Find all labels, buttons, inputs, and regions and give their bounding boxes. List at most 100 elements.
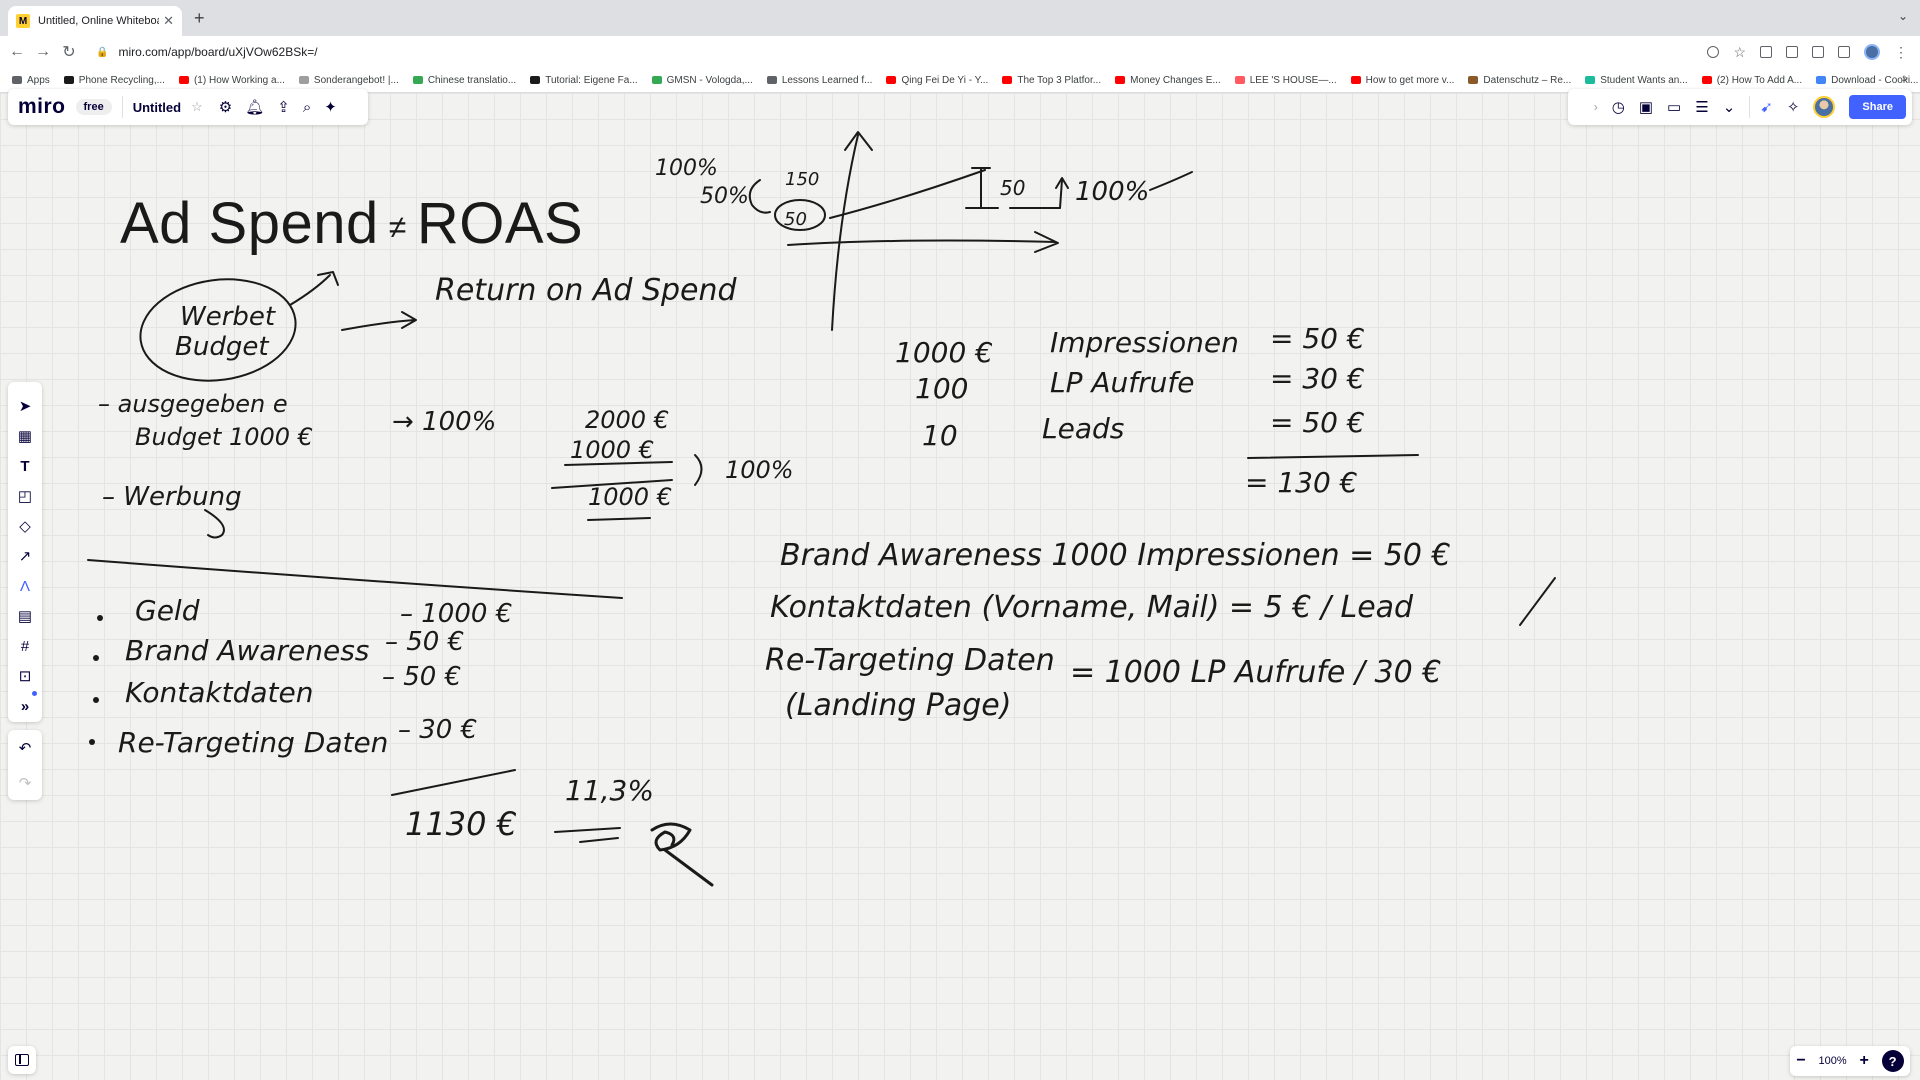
- zoom-in-icon[interactable]: +: [1859, 1052, 1868, 1070]
- bookmark-item[interactable]: Sonderangebot! |...: [298, 74, 399, 86]
- sticky-note-icon[interactable]: ◰: [18, 482, 32, 512]
- bookmark-favicon-icon: [1585, 76, 1596, 84]
- bookmark-item[interactable]: How to get more v...: [1350, 75, 1454, 86]
- bookmark-item[interactable]: Phone Recycling,...: [63, 75, 165, 86]
- more-tools-icon[interactable]: »: [21, 692, 29, 722]
- cursor-follow-icon[interactable]: ➹: [1760, 100, 1773, 115]
- upload-icon[interactable]: ⊡: [19, 662, 32, 692]
- undo-icon[interactable]: ↶: [19, 739, 32, 757]
- bookmark-item[interactable]: Money Changes E...: [1115, 75, 1221, 86]
- bookmark-item[interactable]: Lessons Learned f...: [766, 75, 872, 86]
- lock-icon[interactable]: 🔒: [96, 47, 108, 58]
- select-cursor-icon[interactable]: ➤: [19, 392, 32, 422]
- back-icon[interactable]: ←: [4, 43, 30, 61]
- user-avatar[interactable]: [1813, 96, 1836, 118]
- extension-icon[interactable]: [1760, 46, 1772, 58]
- bookmark-favicon-icon: [178, 76, 189, 84]
- bookmark-favicon-icon: [1701, 76, 1712, 84]
- board-sidebar-toggle[interactable]: [8, 1046, 36, 1074]
- bookmark-item[interactable]: (1) How Working a...: [178, 74, 285, 86]
- url-field[interactable]: 🔒 miro.com/app/board/uXjVOw62BSk=/: [96, 45, 1707, 59]
- panel-divider: [1749, 96, 1751, 118]
- creation-toolbar: ➤ ▦ T ◰ ◇ ↗ Λ ▤ # ⊡ »: [8, 382, 42, 722]
- bookmark-item[interactable]: Qing Fei De Yi - Y...: [886, 75, 988, 86]
- zoom-level[interactable]: 100%: [1819, 1055, 1847, 1067]
- share-page-icon[interactable]: [1707, 46, 1720, 58]
- bookmark-star-icon[interactable]: ☆: [1733, 44, 1746, 61]
- history-panel: ↶ ↷: [8, 730, 42, 800]
- bookmark-favicon-icon: [298, 76, 309, 84]
- notifications-bell-icon[interactable]: 🔔︎: [245, 100, 264, 115]
- bookmark-favicon-icon: [1468, 76, 1479, 84]
- frame-icon[interactable]: #: [21, 632, 29, 662]
- bookmark-label: LEE 'S HOUSE—...: [1249, 74, 1337, 86]
- help-icon[interactable]: ?: [1881, 1050, 1904, 1072]
- tab-search-chevron-icon[interactable]: ⌄: [1898, 9, 1908, 23]
- browser-tab[interactable]: M Untitled, Online Whiteboard for ✕: [8, 6, 182, 36]
- forward-icon[interactable]: →: [30, 43, 56, 61]
- bookmark-item[interactable]: Tutorial: Eigene Fa...: [530, 75, 638, 86]
- heading-not-equal: ≠: [388, 209, 407, 246]
- connection-line-icon[interactable]: ↗: [19, 542, 32, 572]
- side-panel-icon[interactable]: [1838, 46, 1850, 58]
- apps-rocket-icon[interactable]: ✦: [324, 100, 337, 115]
- zoom-out-icon[interactable]: −: [1796, 1052, 1805, 1070]
- more-bookmarks-icon[interactable]: »: [1902, 73, 1908, 85]
- settings-gear-icon[interactable]: ⚙: [219, 100, 232, 115]
- plan-badge[interactable]: free: [75, 99, 112, 115]
- bookmark-favicon-icon: [63, 76, 74, 84]
- browser-profile-icon[interactable]: [1864, 44, 1880, 60]
- bookmark-favicon-icon: [766, 76, 777, 84]
- bookmark-label: Student Wants an...: [1600, 74, 1688, 86]
- bookmark-item[interactable]: Apps: [12, 75, 50, 86]
- bookmark-item[interactable]: Chinese translatio...: [412, 74, 517, 86]
- export-upload-icon[interactable]: ⇪: [277, 100, 290, 115]
- browser-menu-icon[interactable]: ⋮: [1894, 44, 1908, 61]
- board-header-panel: miro free Untitled ☆ ⚙ 🔔︎ ⇪ ⌕ ✦: [8, 89, 368, 125]
- board-heading[interactable]: Ad Spend ≠ ROAS: [120, 190, 583, 257]
- puzzle-icon[interactable]: [1786, 46, 1798, 58]
- heading-roas: ROAS: [416, 191, 584, 256]
- notes-icon[interactable]: ☰: [1695, 100, 1708, 115]
- share-button[interactable]: Share: [1849, 95, 1906, 119]
- redo-icon[interactable]: ↷: [19, 774, 32, 792]
- zoom-controls: − 100% + ?: [1790, 1046, 1910, 1076]
- pen-tool-icon[interactable]: Λ: [20, 572, 30, 602]
- close-tab-icon[interactable]: ✕: [163, 13, 174, 29]
- bookmark-label: Qing Fei De Yi - Y...: [901, 74, 989, 86]
- celebrate-icon[interactable]: ✧: [1787, 100, 1800, 115]
- new-tab-icon[interactable]: +: [194, 8, 205, 29]
- bookmark-item[interactable]: GMSN - Vologda,...: [651, 74, 753, 86]
- presentation-icon[interactable]: ▭: [1667, 100, 1681, 115]
- bookmark-label: GMSN - Vologda,...: [666, 74, 753, 86]
- search-icon[interactable]: ⌕: [303, 100, 311, 115]
- reload-icon[interactable]: ↻: [56, 42, 82, 62]
- reading-list-icon[interactable]: [1812, 46, 1824, 58]
- comment-icon[interactable]: ▤: [18, 602, 32, 632]
- bookmark-label: Money Changes E...: [1130, 74, 1221, 86]
- miro-logo[interactable]: miro: [18, 95, 66, 119]
- more-chevrons-icon[interactable]: ⌄: [1723, 100, 1736, 115]
- favorite-star-icon[interactable]: ☆: [191, 99, 203, 115]
- collapse-chevron-icon[interactable]: ›: [1594, 101, 1598, 113]
- timer-icon[interactable]: ◷: [1612, 100, 1625, 115]
- bookmark-item[interactable]: (2) How To Add A...: [1701, 75, 1802, 86]
- bookmark-item[interactable]: The Top 3 Platfor...: [1002, 75, 1101, 86]
- bookmark-label: Chinese translatio...: [427, 74, 517, 86]
- miro-favicon-icon: M: [16, 14, 30, 28]
- bookmark-label: Apps: [27, 74, 50, 86]
- bookmark-item[interactable]: LEE 'S HOUSE—...: [1234, 74, 1337, 86]
- templates-icon[interactable]: ▦: [18, 422, 32, 452]
- heading-ad-spend: Ad Spend: [120, 191, 379, 256]
- reactions-icon[interactable]: ▣: [1639, 100, 1653, 115]
- bookmark-label: Sonderangebot! |...: [313, 74, 399, 86]
- sidebar-panel-icon: [15, 1054, 29, 1066]
- bookmark-favicon-icon: [1234, 76, 1245, 84]
- board-title[interactable]: Untitled: [133, 100, 181, 115]
- shapes-icon[interactable]: ◇: [19, 512, 31, 542]
- bookmark-item[interactable]: Student Wants an...: [1585, 74, 1688, 86]
- bookmark-label: (1) How Working a...: [193, 74, 285, 86]
- bookmark-favicon-icon: [651, 76, 662, 84]
- bookmark-item[interactable]: Datenschutz – Re...: [1468, 75, 1571, 86]
- text-tool-icon[interactable]: T: [20, 452, 29, 482]
